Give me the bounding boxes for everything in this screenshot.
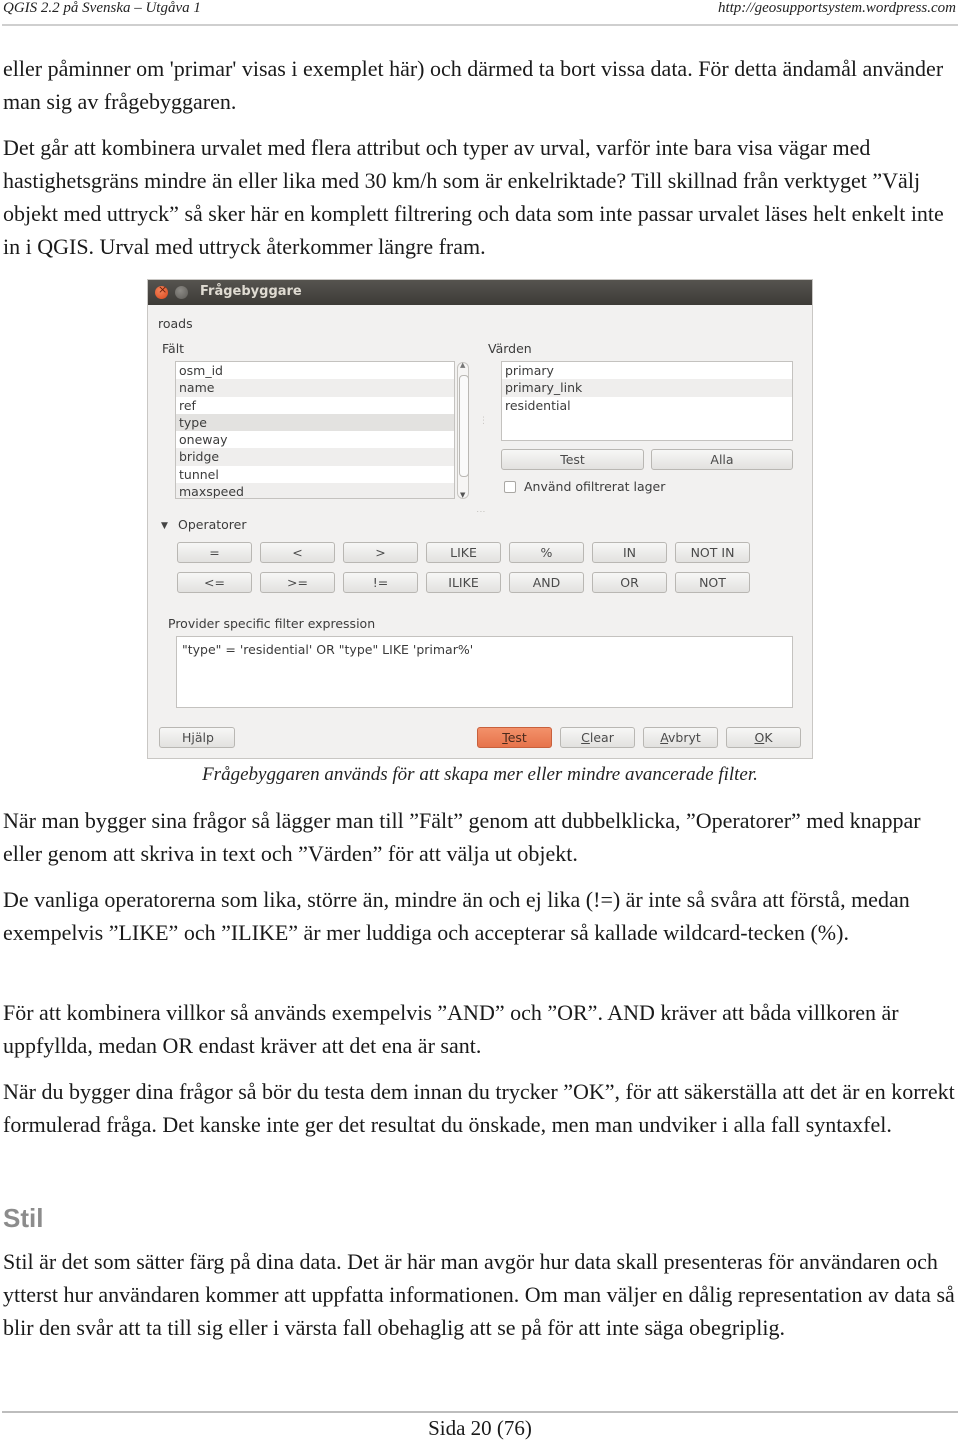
operator-button-gte[interactable]: >= (260, 572, 335, 593)
paragraph-combine: Det går att kombinera urvalet med flera … (3, 135, 944, 259)
operator-button-not-in[interactable]: NOT IN (675, 542, 750, 563)
field-item-selected[interactable]: type (176, 413, 454, 432)
collapse-triangle-icon[interactable]: ▼ (161, 521, 168, 531)
values-list[interactable]: primary primary_link residential (501, 361, 793, 441)
filter-expression-textarea[interactable]: "type" = 'residential' OR "type" LIKE 'p… (176, 636, 793, 708)
layer-name-label: roads (158, 316, 193, 331)
scroll-down-arrow-icon[interactable]: ▼ (460, 491, 465, 499)
field-item[interactable]: bridge (176, 448, 454, 466)
dialog-title: Frågebyggare (200, 284, 302, 299)
scrollbar-thumb[interactable] (459, 375, 469, 477)
paragraph-and-or: För att kombinera villkor så används exe… (3, 1000, 899, 1058)
scroll-up-arrow-icon[interactable]: ▲ (460, 361, 465, 369)
unfiltered-layer-label: Använd ofiltrerat lager (524, 479, 666, 494)
test-values-button[interactable]: Test (501, 449, 644, 470)
value-item[interactable]: residential (502, 397, 792, 414)
test-button[interactable]: Test (477, 727, 552, 748)
header-divider (2, 24, 958, 26)
dialog-titlebar: Frågebyggare (148, 280, 812, 305)
running-header-title: QGIS 2.2 på Svenska – Utgåva 1 (3, 0, 201, 16)
paragraph-stil: Stil är det som sätter färg på dina data… (3, 1249, 955, 1340)
operator-button-neq[interactable]: != (343, 572, 418, 593)
paragraph-operators: De vanliga operatorerna som lika, större… (3, 887, 910, 945)
operator-button-eq[interactable]: = (177, 542, 252, 563)
ok-button[interactable]: OK (726, 727, 801, 748)
unfiltered-layer-checkbox[interactable] (504, 481, 516, 493)
operator-button-ilike[interactable]: ILIKE (426, 572, 501, 593)
operator-button-not[interactable]: NOT (675, 572, 750, 593)
figure-caption: Frågebyggaren används för att skapa mer … (202, 764, 758, 785)
splitter-grip-icon[interactable]: ⋮ (475, 507, 485, 515)
fields-scrollbar[interactable]: ▲ ▼ (457, 361, 469, 499)
paragraph-fields: När man bygger sina frågor så lägger man… (3, 808, 921, 866)
minimize-icon[interactable] (175, 286, 188, 299)
splitter-grip-icon[interactable]: ⋮ (479, 416, 488, 426)
operator-button-like[interactable]: LIKE (426, 542, 501, 563)
field-item[interactable]: tunnel (176, 466, 454, 483)
section-heading-stil: Stil (3, 1203, 44, 1233)
operator-button-and[interactable]: AND (509, 572, 584, 593)
field-item[interactable]: maxspeed (176, 483, 454, 498)
expression-label: Provider specific filter expression (168, 616, 376, 631)
operator-button-lt[interactable]: < (260, 542, 335, 563)
operator-button-lte[interactable]: <= (177, 572, 252, 593)
operator-button-or[interactable]: OR (592, 572, 667, 593)
field-item[interactable]: osm_id (176, 362, 454, 379)
fields-label: Fält (162, 341, 185, 356)
paragraph-testing: När du bygger dina frågor så bör du test… (3, 1079, 955, 1137)
all-values-button[interactable]: Alla (651, 449, 793, 470)
footer-divider (2, 1411, 958, 1413)
running-header-url: http://geosupportsystem.wordpress.com (717, 0, 956, 16)
operator-button-percent[interactable]: % (509, 542, 584, 563)
close-icon[interactable] (155, 283, 168, 299)
help-button[interactable]: Hjälp (159, 727, 235, 748)
value-item[interactable]: primary (502, 362, 792, 379)
page-number: Sida 20 (76) (428, 1416, 532, 1440)
values-label: Värden (488, 341, 532, 356)
value-item[interactable]: primary_link (502, 379, 792, 397)
paragraph-intro: eller påminner om 'primar' visas i exemp… (3, 56, 944, 114)
query-builder-dialog: Frågebyggare roads Fält osm_id name ref … (147, 279, 813, 759)
field-item[interactable]: ref (176, 397, 454, 414)
fields-list[interactable]: osm_id name ref type oneway bridge tunne… (175, 361, 455, 499)
operator-button-gt[interactable]: > (343, 542, 418, 563)
clear-button[interactable]: Clear (560, 727, 635, 748)
field-item[interactable]: oneway (176, 431, 454, 448)
cancel-button[interactable]: Avbryt (643, 727, 718, 748)
operator-button-in[interactable]: IN (592, 542, 667, 563)
field-item[interactable]: name (176, 379, 454, 397)
operators-label[interactable]: Operatorer (178, 517, 247, 532)
